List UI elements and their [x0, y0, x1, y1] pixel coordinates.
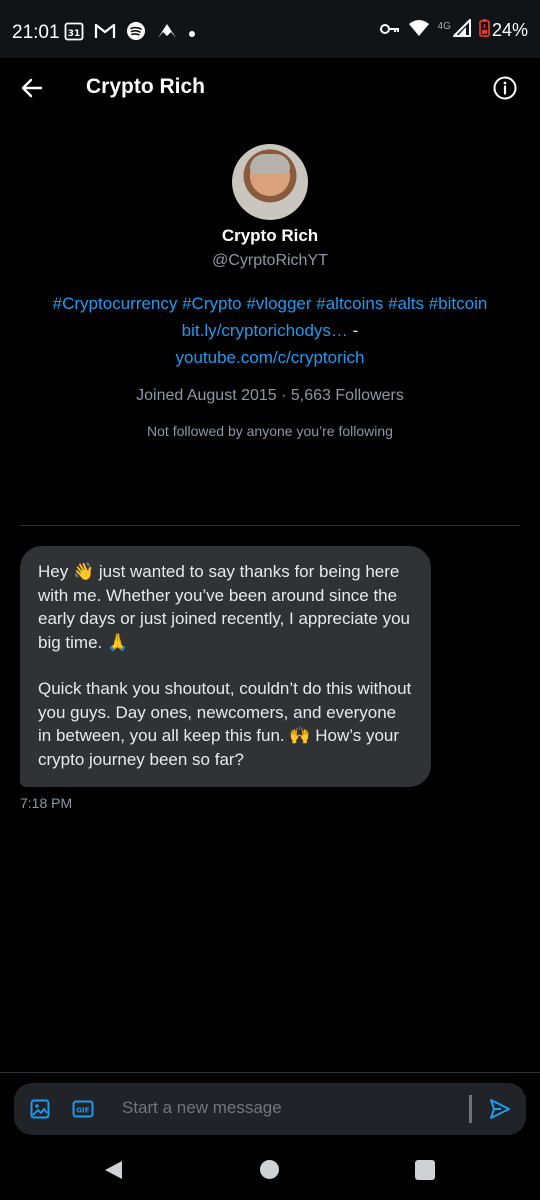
bio-separator: -	[347, 321, 359, 340]
message-composer: GIF Start a new message	[14, 1083, 526, 1135]
vpn-key-icon	[379, 20, 400, 41]
back-arrow-icon[interactable]	[18, 74, 46, 102]
profile-name[interactable]: Crypto Rich	[0, 226, 540, 246]
profile-header: Crypto Rich @CyrptoRichYT #Cryptocurrenc…	[0, 140, 540, 439]
wifi-icon	[408, 19, 430, 42]
profile-bio: #Cryptocurrency #Crypto #vlogger #altcoi…	[50, 290, 490, 371]
status-bar: 21:01 31 4G 24%	[0, 0, 540, 58]
profile-meta: Joined August 2015 · 5,663 Followers	[136, 387, 404, 404]
network-type: 4G	[437, 21, 451, 32]
message-paragraph: Quick thank you shoutout, couldn’t do th…	[38, 679, 412, 769]
system-nav-bar	[0, 1140, 540, 1200]
nav-recents-icon[interactable]	[415, 1160, 435, 1180]
spotify-icon	[126, 21, 146, 46]
message-paragraph: Hey 👋 just wanted to say thanks for bein…	[38, 562, 410, 652]
nordvpn-icon	[156, 22, 178, 45]
bio-link[interactable]: bit.ly/cryptorichodys…	[182, 321, 348, 340]
battery-percent: 24%	[491, 20, 528, 40]
avatar[interactable]	[232, 144, 308, 220]
send-icon[interactable]	[488, 1097, 512, 1126]
status-time: 21:01	[12, 22, 60, 43]
info-icon[interactable]	[492, 75, 518, 101]
svg-text:GIF: GIF	[76, 1107, 89, 1115]
joined-date: Joined August 2015	[136, 387, 277, 404]
profile-handle[interactable]: @CyrptoRichYT	[0, 252, 540, 270]
cell-signal-icon	[452, 19, 471, 42]
message-bubble[interactable]: Hey 👋 just wanted to say thanks for bein…	[20, 546, 431, 787]
gif-icon[interactable]: GIF	[72, 1099, 94, 1124]
bio-hashtags[interactable]: #Cryptocurrency #Crypto #vlogger #altcoi…	[53, 294, 488, 313]
conversation-title: Crypto Rich	[86, 75, 206, 98]
bio-youtube-link[interactable]: youtube.com/c/cryptorich	[176, 348, 365, 367]
calendar-icon: 31	[64, 21, 84, 46]
composer-divider	[0, 1072, 540, 1073]
nav-back-icon[interactable]	[102, 1159, 124, 1186]
svg-text:31: 31	[68, 29, 81, 39]
message-timestamp: 7:18 PM	[20, 795, 73, 811]
message-input[interactable]: Start a new message	[122, 1098, 282, 1118]
nav-home-icon[interactable]	[260, 1160, 279, 1179]
image-icon[interactable]	[30, 1099, 50, 1124]
dot-icon	[188, 25, 196, 43]
gmail-icon	[94, 22, 116, 45]
divider	[20, 525, 520, 526]
followed-by-note: Not followed by anyone you’re following	[147, 423, 393, 439]
followers-count[interactable]: 5,663 Followers	[291, 387, 404, 404]
battery-icon	[479, 19, 490, 42]
top-app-bar: Crypto Rich	[0, 58, 540, 118]
text-cursor	[469, 1095, 472, 1123]
